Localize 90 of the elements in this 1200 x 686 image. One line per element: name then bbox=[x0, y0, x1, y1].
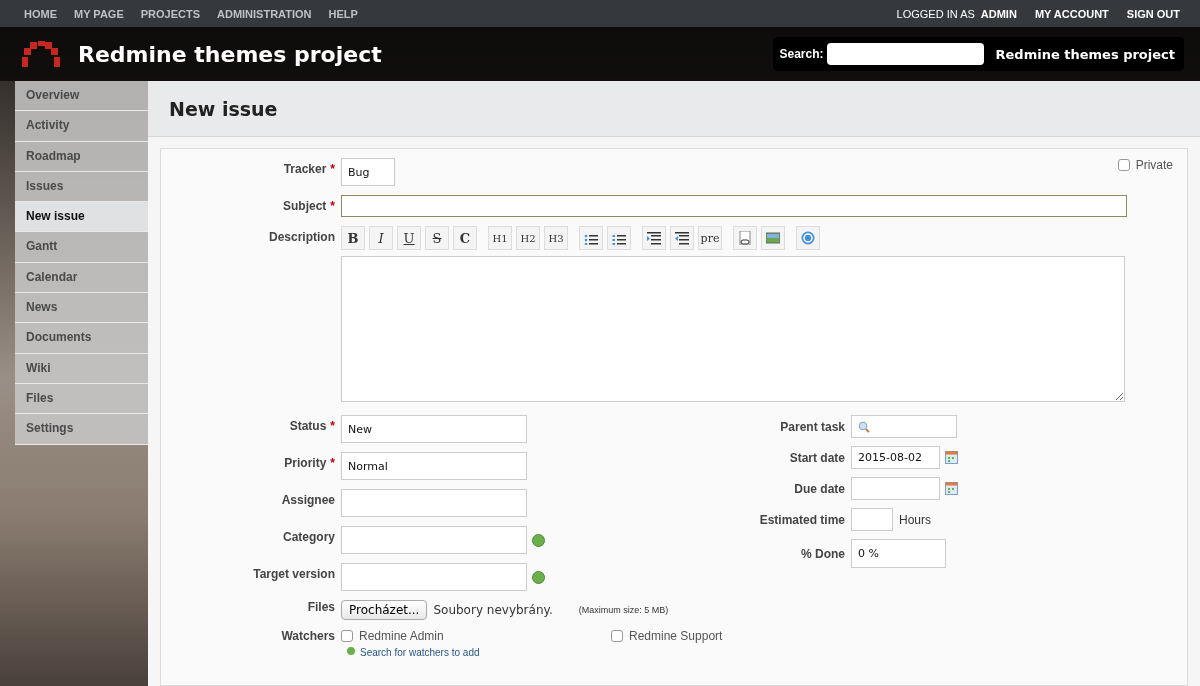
toolbar-button[interactable] bbox=[670, 226, 694, 250]
sidebar-item[interactable]: Wiki bbox=[15, 353, 148, 384]
field-label: Parent task bbox=[779, 419, 846, 434]
toolbar-button[interactable]: H1 bbox=[488, 226, 512, 250]
toolbar-button[interactable]: pre bbox=[698, 226, 722, 250]
field-label: Status * bbox=[288, 418, 336, 433]
field-label: Description bbox=[268, 229, 336, 244]
private-checkbox[interactable] bbox=[1117, 159, 1130, 171]
select-field[interactable] bbox=[341, 489, 527, 517]
description-field[interactable] bbox=[341, 256, 1125, 402]
field-label: Tracker * bbox=[282, 161, 336, 176]
sidebar-item[interactable]: Roadmap bbox=[15, 141, 148, 172]
parent-task-field[interactable] bbox=[851, 415, 957, 438]
toolbar-button[interactable]: S bbox=[425, 226, 449, 250]
toolbar-button[interactable]: I bbox=[369, 226, 393, 250]
sidebar-item[interactable]: Overview bbox=[15, 81, 148, 112]
date-field[interactable]: 2015-08-02 bbox=[851, 446, 940, 469]
field-label: Assignee bbox=[280, 492, 336, 507]
select-field[interactable]: New bbox=[341, 415, 527, 443]
toolbar-button[interactable]: H2 bbox=[516, 226, 540, 250]
field-label: % Done bbox=[800, 546, 846, 561]
top-menu-link[interactable]: MY PAGE bbox=[74, 7, 124, 20]
select-field[interactable] bbox=[341, 526, 527, 554]
toolbar-button[interactable] bbox=[642, 226, 666, 250]
sidebar-item[interactable]: New issue bbox=[15, 202, 148, 233]
sidebar-item[interactable]: Issues bbox=[15, 171, 148, 203]
select-field[interactable]: Normal bbox=[341, 452, 527, 480]
field-label: Priority * bbox=[283, 455, 336, 470]
watcher-checkbox[interactable] bbox=[611, 630, 623, 642]
tracker-select[interactable]: Bug bbox=[341, 158, 395, 186]
subject-field[interactable] bbox=[341, 195, 1127, 217]
help-icon bbox=[801, 231, 815, 245]
add-icon[interactable] bbox=[532, 571, 545, 584]
arch-logo-icon bbox=[20, 41, 62, 67]
search-label: Search: bbox=[779, 47, 824, 61]
hours-field[interactable] bbox=[851, 508, 893, 531]
private-label: Private bbox=[1135, 158, 1173, 172]
project-jump[interactable]: Redmine themes project bbox=[995, 46, 1175, 62]
search-icon bbox=[858, 420, 870, 433]
top-menu-link[interactable]: PROJECTS bbox=[140, 7, 200, 20]
project-title: Redmine themes project bbox=[78, 41, 383, 67]
field-label: Estimated time bbox=[758, 512, 846, 527]
sidebar-item[interactable]: Documents bbox=[15, 323, 148, 354]
select-field[interactable] bbox=[341, 563, 527, 591]
toolbar-button[interactable] bbox=[579, 226, 603, 250]
image-icon bbox=[766, 231, 780, 245]
field-label: Target version bbox=[252, 566, 336, 581]
link-icon bbox=[738, 231, 752, 245]
toolbar-button[interactable]: B bbox=[341, 226, 365, 250]
watcher-search-link[interactable]: Search for watchers to add bbox=[360, 647, 480, 658]
top-menu-link[interactable]: HOME bbox=[24, 7, 57, 20]
field-label: Subject * bbox=[282, 198, 336, 213]
field-label: Watchers bbox=[280, 629, 336, 643]
sidebar-item[interactable]: News bbox=[15, 293, 148, 324]
search-field[interactable] bbox=[826, 43, 984, 65]
done-select[interactable]: 0 % bbox=[851, 539, 946, 568]
top-menu-link[interactable]: HELP bbox=[328, 7, 358, 20]
watcher-label: Redmine Admin bbox=[359, 629, 444, 643]
toolbar-button[interactable] bbox=[607, 226, 631, 250]
sidebar-item[interactable]: Activity bbox=[15, 111, 148, 142]
account-link[interactable]: MY ACCOUNT bbox=[1034, 7, 1109, 20]
logged-in-label: LOGGED IN AS bbox=[896, 7, 975, 20]
sidebar-item[interactable]: Calendar bbox=[15, 262, 148, 294]
outdent-icon bbox=[675, 231, 689, 245]
watcher-checkbox[interactable] bbox=[341, 630, 353, 642]
calendar-icon[interactable] bbox=[945, 451, 958, 464]
date-field[interactable] bbox=[851, 477, 940, 500]
sidebar-item[interactable]: Settings bbox=[15, 414, 148, 445]
toolbar-button[interactable]: C bbox=[453, 226, 477, 250]
field-label: Files bbox=[306, 600, 336, 614]
account-link[interactable]: SIGN OUT bbox=[1126, 7, 1180, 20]
toolbar-button[interactable]: U bbox=[397, 226, 421, 250]
page-title: New issue bbox=[169, 97, 278, 120]
user-link[interactable]: ADMIN bbox=[980, 7, 1017, 20]
unit-label: Hours bbox=[899, 512, 931, 527]
watcher-label: Redmine Support bbox=[629, 629, 723, 643]
add-icon[interactable] bbox=[532, 534, 545, 547]
top-menu-link[interactable]: ADMINISTRATION bbox=[217, 7, 312, 20]
field-label: Category bbox=[282, 529, 336, 544]
file-status: Soubory nevybrány. bbox=[433, 603, 553, 617]
indent-icon bbox=[647, 231, 661, 245]
add-icon bbox=[347, 647, 355, 655]
browse-button[interactable]: Procházet... bbox=[341, 600, 428, 620]
size-note: (Maximum size: 5 MB) bbox=[578, 605, 669, 615]
field-label: Due date bbox=[793, 481, 846, 496]
calendar-icon[interactable] bbox=[945, 482, 958, 495]
sidebar-item[interactable]: Gantt bbox=[15, 232, 148, 263]
toolbar-button[interactable]: H3 bbox=[544, 226, 568, 250]
sidebar-item[interactable]: Files bbox=[15, 383, 148, 415]
field-label: Start date bbox=[788, 450, 846, 465]
